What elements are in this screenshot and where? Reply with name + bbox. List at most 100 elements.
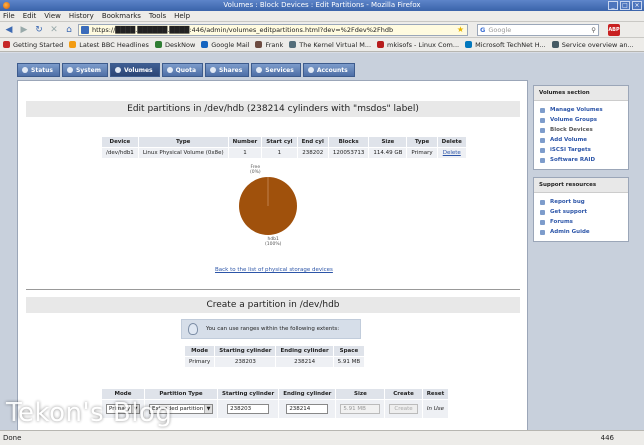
stop-icon[interactable]: ✕: [48, 24, 60, 36]
menu-tools[interactable]: Tools: [149, 12, 166, 20]
side-link-label: Add Volume: [550, 137, 588, 143]
bookmark-item[interactable]: Latest BBC Headlines: [69, 41, 149, 49]
bookmark-label: Latest BBC Headlines: [79, 40, 149, 49]
extents-info-text: You can use ranges within the following …: [206, 326, 340, 332]
table-cell: 238214: [275, 356, 334, 368]
side-link-software-raid[interactable]: Software RAID: [540, 155, 628, 165]
side-link-get-support[interactable]: Get support: [540, 207, 628, 217]
window-title: Volumes : Block Devices : Edit Partition…: [223, 1, 421, 9]
side-link-manage-volumes[interactable]: Manage Volumes: [540, 105, 628, 115]
tab-shares[interactable]: Shares: [205, 63, 250, 77]
ending-cylinder-input[interactable]: 238214: [286, 404, 329, 414]
side-link-iscsi-targets[interactable]: iSCSI Targets: [540, 145, 628, 155]
side-link-block-devices[interactable]: Block Devices: [540, 125, 628, 135]
back-to-devices-link[interactable]: Back to the list of physical storage dev…: [215, 267, 333, 273]
tab-services[interactable]: Services: [251, 63, 301, 77]
link-arrow-icon: [540, 199, 545, 205]
side-link-label: Admin Guide: [550, 229, 590, 235]
menu-history[interactable]: History: [69, 12, 94, 20]
shares-icon: [210, 67, 217, 73]
search-input[interactable]: G Google ⚲: [477, 23, 599, 36]
menu-view[interactable]: View: [44, 12, 61, 20]
menu-help[interactable]: Help: [174, 12, 190, 20]
side-link-forums[interactable]: Forums: [540, 217, 628, 227]
side-link-label: Volume Groups: [550, 117, 598, 123]
tab-volumes[interactable]: Volumes: [109, 63, 160, 77]
create-button[interactable]: Create: [389, 404, 418, 414]
link-arrow-icon: [540, 229, 545, 235]
menu-file[interactable]: File: [3, 12, 15, 20]
maximize-button[interactable]: □: [620, 1, 630, 10]
reload-icon[interactable]: ↻: [33, 24, 45, 36]
tab-status[interactable]: Status: [17, 63, 60, 77]
link-arrow-icon: [540, 137, 545, 143]
status-bar: Done 446: [0, 430, 644, 445]
volumes-section-panel: Volumes section Manage Volumes Volume Gro…: [533, 85, 629, 170]
bookmark-label: DeskNow: [164, 40, 196, 49]
menu-bookmarks[interactable]: Bookmarks: [102, 12, 141, 20]
create-partition-title: Create a partition in /dev/hdb: [26, 297, 520, 313]
bookmark-item[interactable]: Getting Started: [3, 41, 63, 49]
link-arrow-icon: [540, 117, 545, 123]
bookmark-label: Getting Started: [13, 40, 64, 49]
tab-quota[interactable]: Quota: [161, 63, 204, 77]
bookmark-label: mkisofs - Linux Com...: [387, 40, 460, 49]
extents-info-box: You can use ranges within the following …: [181, 319, 361, 339]
adblock-icon[interactable]: ABP: [608, 23, 620, 36]
bookmark-item[interactable]: Microsoft TechNet H...: [465, 41, 546, 49]
column-header: Create: [384, 388, 423, 400]
side-link-report-bug[interactable]: Report bug: [540, 197, 628, 207]
minimize-button[interactable]: _: [608, 1, 618, 10]
side-link-admin-guide[interactable]: Admin Guide: [540, 227, 628, 237]
menu-edit[interactable]: Edit: [23, 12, 37, 20]
home-icon[interactable]: ⌂: [63, 24, 75, 36]
bookmark-item[interactable]: Service overview an...: [551, 40, 634, 49]
table-row: Primary 238203 238214 5.91 MB: [183, 356, 366, 368]
partition-pie-chart: [239, 177, 297, 235]
close-button[interactable]: ×: [632, 1, 642, 10]
tab-label: Shares: [219, 66, 243, 74]
lightbulb-icon: [188, 323, 198, 335]
bookmark-item[interactable]: The Kernel Virtual M...: [289, 41, 371, 49]
bookmark-label: Service overview an...: [561, 40, 634, 49]
services-icon: [256, 67, 263, 73]
forward-icon[interactable]: ▶: [18, 24, 30, 36]
bookmark-favicon-icon: [289, 41, 297, 48]
link-arrow-icon: [540, 219, 545, 225]
bookmark-star-icon[interactable]: ★: [457, 25, 464, 34]
bookmark-item[interactable]: Google Mail: [201, 41, 249, 49]
table-cell: 1: [261, 147, 298, 159]
side-link-add-volume[interactable]: Add Volume: [540, 135, 628, 145]
tab-label: Services: [265, 66, 294, 74]
column-header: Size: [335, 388, 386, 400]
tab-accounts[interactable]: Accounts: [302, 63, 355, 77]
bookmark-item[interactable]: DeskNow: [154, 40, 196, 49]
support-list: Report bug Get support Forums Admin Guide: [534, 193, 628, 241]
bookmark-favicon-icon: [154, 41, 162, 48]
table-cell: Primary: [406, 147, 438, 159]
search-icon[interactable]: ⚲: [591, 26, 596, 34]
back-icon[interactable]: ◀: [3, 24, 15, 36]
bookmark-favicon-icon: [3, 41, 10, 48]
column-header: Type: [406, 136, 438, 148]
tab-label: Status: [31, 66, 53, 74]
status-text: Done: [3, 434, 22, 442]
link-arrow-icon: [540, 127, 545, 133]
extents-table: Mode Starting cylinder Ending cylinder Spac…: [183, 345, 366, 368]
table-cell: /dev/hdb1: [101, 147, 139, 159]
status-icon: [22, 67, 28, 73]
side-link-label: iSCSI Targets: [550, 147, 591, 153]
column-header: Ending cylinder: [278, 388, 337, 400]
column-header: Number: [227, 136, 263, 148]
bookmark-item[interactable]: Frank: [255, 41, 283, 49]
address-bar[interactable]: https://████.██████.████:446/admin/volum…: [78, 23, 468, 36]
tab-system[interactable]: System: [61, 63, 108, 77]
side-link-volume-groups[interactable]: Volume Groups: [540, 115, 628, 125]
starting-cylinder-input[interactable]: 238203: [227, 404, 270, 414]
bookmark-item[interactable]: mkisofs - Linux Com...: [377, 41, 459, 49]
chevron-down-icon: ▼: [204, 405, 212, 413]
volumes-section-title: Volumes section: [534, 86, 628, 101]
blog-watermark: Tekon's Blog: [6, 398, 173, 428]
delete-partition-link[interactable]: Delete: [443, 150, 461, 156]
window-titlebar: Volumes : Block Devices : Edit Partition…: [0, 0, 644, 11]
